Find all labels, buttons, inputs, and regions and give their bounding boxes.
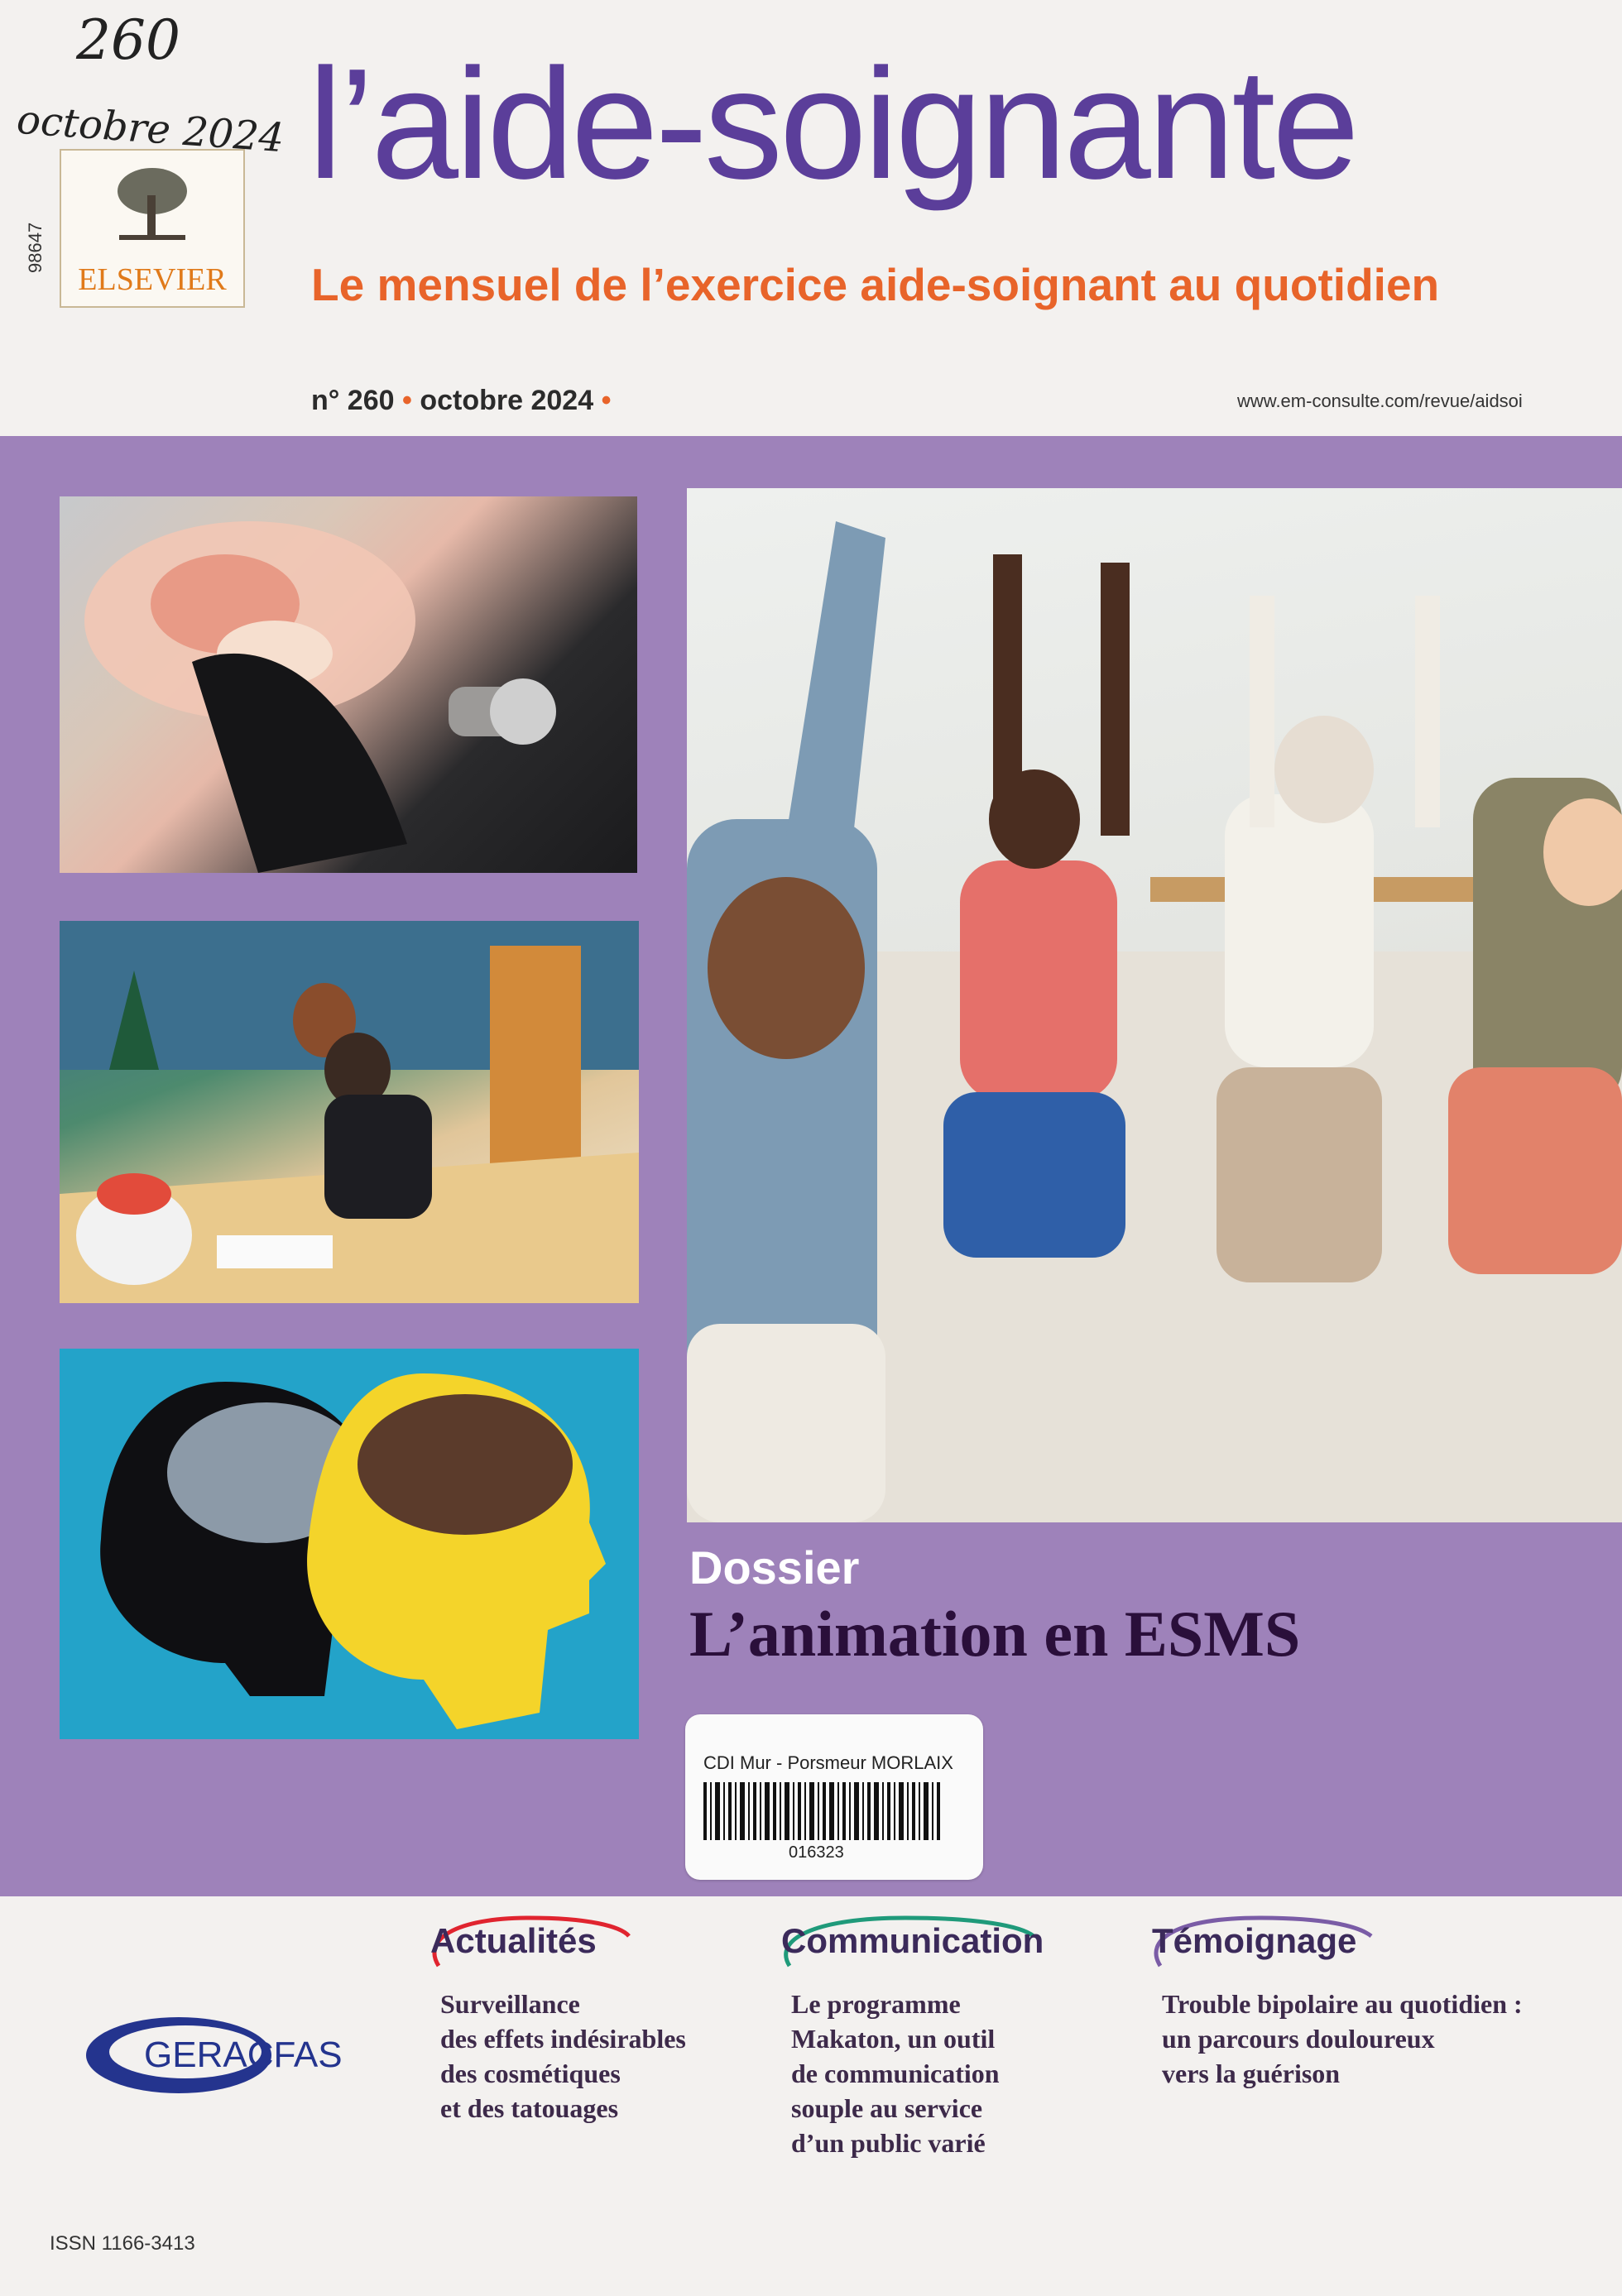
- section-actualites: Actualités Surveillance des effets indés…: [430, 1915, 686, 2123]
- magazine-title: l’aide-soignante: [308, 36, 1360, 212]
- issue-number: n° 260: [311, 385, 395, 416]
- handwritten-issue-number: 260: [76, 8, 180, 72]
- issue-separator-end: •: [601, 385, 612, 416]
- tattoo-photo: [60, 496, 637, 873]
- section-body: Surveillance des effets indésirables des…: [440, 1987, 738, 2126]
- section-line: et des tatouages: [440, 2092, 619, 2123]
- issn: ISSN 1166-3413: [50, 2232, 195, 2255]
- geracfas-logo: GERACFAS: [79, 2009, 402, 2104]
- section-line: vers la guérison: [1162, 2058, 1341, 2088]
- magazine-subtitle: Le mensuel de l’exercice aide-soignant a…: [311, 259, 1440, 310]
- section-line: un parcours douloureux: [1162, 2023, 1435, 2054]
- brain-heads-photo: [60, 1349, 639, 1739]
- section-line: Makaton, un outil: [791, 2023, 996, 2054]
- section-line: Le programme: [791, 1989, 961, 2019]
- publisher-code: 98647: [25, 222, 46, 273]
- dossier-title: L’animation en ESMS: [689, 1598, 1301, 1670]
- section-body: Le programme Makaton, un outil de commun…: [791, 1987, 1089, 2161]
- section-line: Surveillance: [440, 1989, 580, 2019]
- geracfas-logo-text: GERACFAS: [144, 2035, 343, 2075]
- library-number: 016323: [789, 1843, 844, 1862]
- section-line: Trouble bipolaire au quotidien :: [1162, 1989, 1523, 2019]
- issue-line: n° 260 • octobre 2024 •: [311, 385, 611, 417]
- library-barcode-sticker: CDI Mur - Porsmeur MORLAIX 016323: [685, 1714, 983, 1880]
- seniors-exercise-photo: [687, 488, 1622, 1522]
- section-line: d’un public varié: [791, 2127, 986, 2158]
- classroom-photo: [60, 921, 639, 1303]
- tree-icon: [118, 168, 187, 240]
- elsevier-logo-text: ELSEVIER: [78, 262, 227, 297]
- library-name: CDI Mur - Porsmeur MORLAIX: [703, 1752, 953, 1773]
- issue-separator: •: [402, 385, 412, 416]
- dossier-kicker: Dossier: [689, 1541, 860, 1594]
- section-line: de communication: [791, 2058, 1000, 2088]
- section-line: souple au service: [791, 2092, 983, 2123]
- section-temoignage: Témoignage Trouble bipolaire au quotidie…: [1152, 1915, 1523, 2088]
- section-communication: Communication Le programme Makaton, un o…: [781, 1915, 1044, 2158]
- section-heading: Témoignage: [1152, 1921, 1357, 1960]
- barcode: [703, 1782, 940, 1840]
- section-heading: Communication: [781, 1921, 1044, 1960]
- section-line: des cosmétiques: [440, 2058, 621, 2088]
- journal-url: www.em-consulte.com/revue/aidsoi: [1237, 391, 1523, 411]
- section-line: des effets indésirables: [440, 2023, 686, 2054]
- section-body: Trouble bipolaire au quotidien : un parc…: [1162, 1987, 1543, 2092]
- section-heading: Actualités: [430, 1921, 597, 1960]
- elsevier-logo: ELSEVIER: [60, 149, 245, 308]
- issue-month: octobre 2024: [420, 385, 594, 416]
